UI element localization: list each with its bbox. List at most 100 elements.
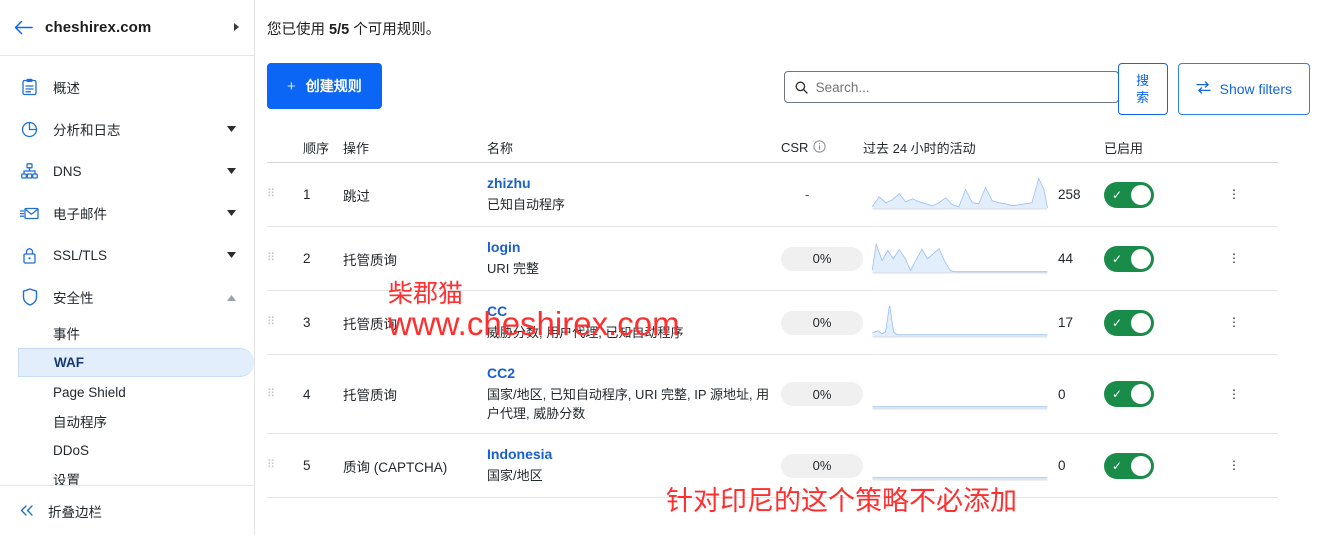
header-activity: 过去 24 小时的活动 [863,141,976,156]
toolbar: + 创建规则 搜索 [267,63,1323,115]
rule-description: 国家/地区 [487,468,543,483]
header-order: 顺序 [303,141,330,156]
activity-count[interactable]: 258 [1058,187,1104,202]
activity-count[interactable]: 44 [1058,251,1104,266]
rule-name-link[interactable]: CC2 [487,365,781,381]
chevron-down-icon[interactable] [227,251,236,260]
sidebar-item-ddos[interactable]: DDoS [0,436,254,464]
activity-count[interactable]: 0 [1058,458,1104,473]
rule-name-link[interactable]: zhizhu [487,175,781,191]
drag-handle-icon[interactable]: ⠿ [267,253,303,264]
enabled-toggle[interactable]: ✓ [1104,181,1154,208]
chevron-down-icon[interactable] [227,125,236,134]
info-icon[interactable] [813,139,827,156]
enabled-cell: ✓ [1104,181,1204,208]
kebab-menu-icon[interactable]: ⋮ [1204,188,1264,200]
sidebar-item-analytics[interactable]: 分析和日志 [0,108,254,150]
table-row: ⠿ 1 跳过 zhizhu 已知自动程序 - 258 ✓ ⋮ [267,163,1278,227]
collapse-sidebar-button[interactable]: 折叠边栏 [0,485,254,535]
rule-name-link[interactable]: login [487,239,781,255]
sidebar-item-dns[interactable]: DNS [0,150,254,192]
sitemap-icon [20,162,39,181]
activity-count[interactable]: 0 [1058,387,1104,402]
table-row: ⠿ 2 托管质询 login URI 完整 0% 44 ✓ ⋮ [267,227,1278,291]
enabled-toggle[interactable]: ✓ [1104,452,1154,479]
kebab-menu-icon[interactable]: ⋮ [1204,316,1264,328]
rule-order: 5 [303,458,311,473]
csr-cell: - [781,187,863,202]
sidebar-item-page-shield[interactable]: Page Shield [0,378,254,406]
kebab-menu-icon[interactable]: ⋮ [1204,388,1264,400]
site-name[interactable]: cheshirex.com [45,19,221,36]
csr-cell: 0% [781,382,863,406]
sidebar-item-ssl-tls[interactable]: SSL/TLS [0,234,254,276]
security-subnav: 事件 WAF Page Shield 自动程序 DDoS 设置 [0,319,254,485]
drag-handle-icon[interactable]: ⠿ [267,317,303,328]
sidebar-item-overview[interactable]: 概述 [0,66,254,108]
quota-value: 5/5 [329,22,350,38]
sidebar: cheshirex.com 概述 分析和日志 DNS 电子邮件 SSL/TLS … [0,0,255,535]
back-arrow-icon[interactable] [14,20,33,35]
activity-count[interactable]: 17 [1058,315,1104,330]
rule-name-cell: Indonesia 国家/地区 [487,446,781,485]
chevron-down-icon[interactable] [227,209,236,218]
sidebar-item-label: DNS [53,163,82,179]
sidebar-item-label: 电子邮件 [53,207,107,222]
sidebar-item-waf[interactable]: WAF [18,348,254,377]
chevron-down-icon[interactable] [227,167,236,176]
search-input[interactable] [815,79,1108,95]
rule-action: 托管质询 [343,388,397,403]
chevron-right-icon[interactable] [233,22,240,34]
kebab-menu-icon[interactable]: ⋮ [1204,252,1264,264]
header-name: 名称 [487,141,514,156]
csr-cell: 0% [781,310,863,335]
activity-sparkline [863,173,1058,216]
search-group: 搜索 [783,63,1168,115]
sidebar-item-label: 分析和日志 [53,123,121,138]
rules-quota-text: 您已使用 5/5 个可用规则。 [267,0,1323,39]
collapse-sidebar-label: 折叠边栏 [48,504,102,520]
search-button[interactable]: 搜索 [1117,63,1168,115]
filters-swap-icon [1195,81,1211,97]
lock-icon [20,246,39,265]
rule-action: 质询 (CAPTCHA) [343,459,448,475]
rule-name-link[interactable]: CC [487,303,781,319]
create-rule-label: 创建规则 [305,78,362,94]
search-box[interactable] [783,71,1119,103]
csr-badge: 0% [781,246,863,271]
sidebar-item-email[interactable]: 电子邮件 [0,192,254,234]
rule-action: 托管质询 [343,316,397,332]
sidebar-item-events[interactable]: 事件 [0,319,254,347]
drag-handle-icon[interactable]: ⠿ [267,189,303,200]
sub-item-label: DDoS [53,442,90,458]
sidebar-item-settings[interactable]: 设置 [0,465,254,485]
rule-description: URI 完整 [487,261,540,276]
sidebar-item-bots[interactable]: 自动程序 [0,407,254,435]
activity-sparkline [863,237,1058,280]
sidebar-item-label: 安全性 [53,291,94,306]
rule-name-link[interactable]: Indonesia [487,446,781,462]
kebab-menu-icon[interactable]: ⋮ [1204,459,1264,471]
quota-suffix: 个可用规则。 [349,22,441,38]
drag-handle-icon[interactable]: ⠿ [267,388,303,399]
rule-description: 已知自动程序 [487,197,566,212]
sub-item-label: 设置 [53,473,80,485]
enabled-toggle[interactable]: ✓ [1104,381,1154,407]
enabled-toggle[interactable]: ✓ [1104,245,1154,272]
sub-item-label: 事件 [53,327,80,342]
drag-handle-icon[interactable]: ⠿ [267,460,303,471]
create-rule-button[interactable]: + 创建规则 [267,63,382,109]
table-row: ⠿ 3 托管质询 CC 威胁分数, 用户代理, 已知自动程序 0% 17 ✓ ⋮ [267,291,1278,355]
table-row: ⠿ 5 质询 (CAPTCHA) Indonesia 国家/地区 0% 0 ✓ ⋮ [267,434,1278,498]
plus-icon: + [287,77,296,95]
search-icon [795,81,808,94]
search-button-label: 搜索 [1136,73,1150,105]
rule-name-cell: CC 威胁分数, 用户代理, 已知自动程序 [487,303,781,342]
sidebar-item-security[interactable]: 安全性 [0,276,254,318]
enabled-toggle[interactable]: ✓ [1104,309,1154,336]
table-row: ⠿ 4 托管质询 CC2 国家/地区, 已知自动程序, URI 完整, IP 源地址, … [267,355,1278,434]
pie-chart-icon [20,120,39,139]
show-filters-button[interactable]: Show filters [1177,63,1310,115]
chevron-up-icon[interactable] [227,293,236,302]
envelope-icon [20,204,39,223]
